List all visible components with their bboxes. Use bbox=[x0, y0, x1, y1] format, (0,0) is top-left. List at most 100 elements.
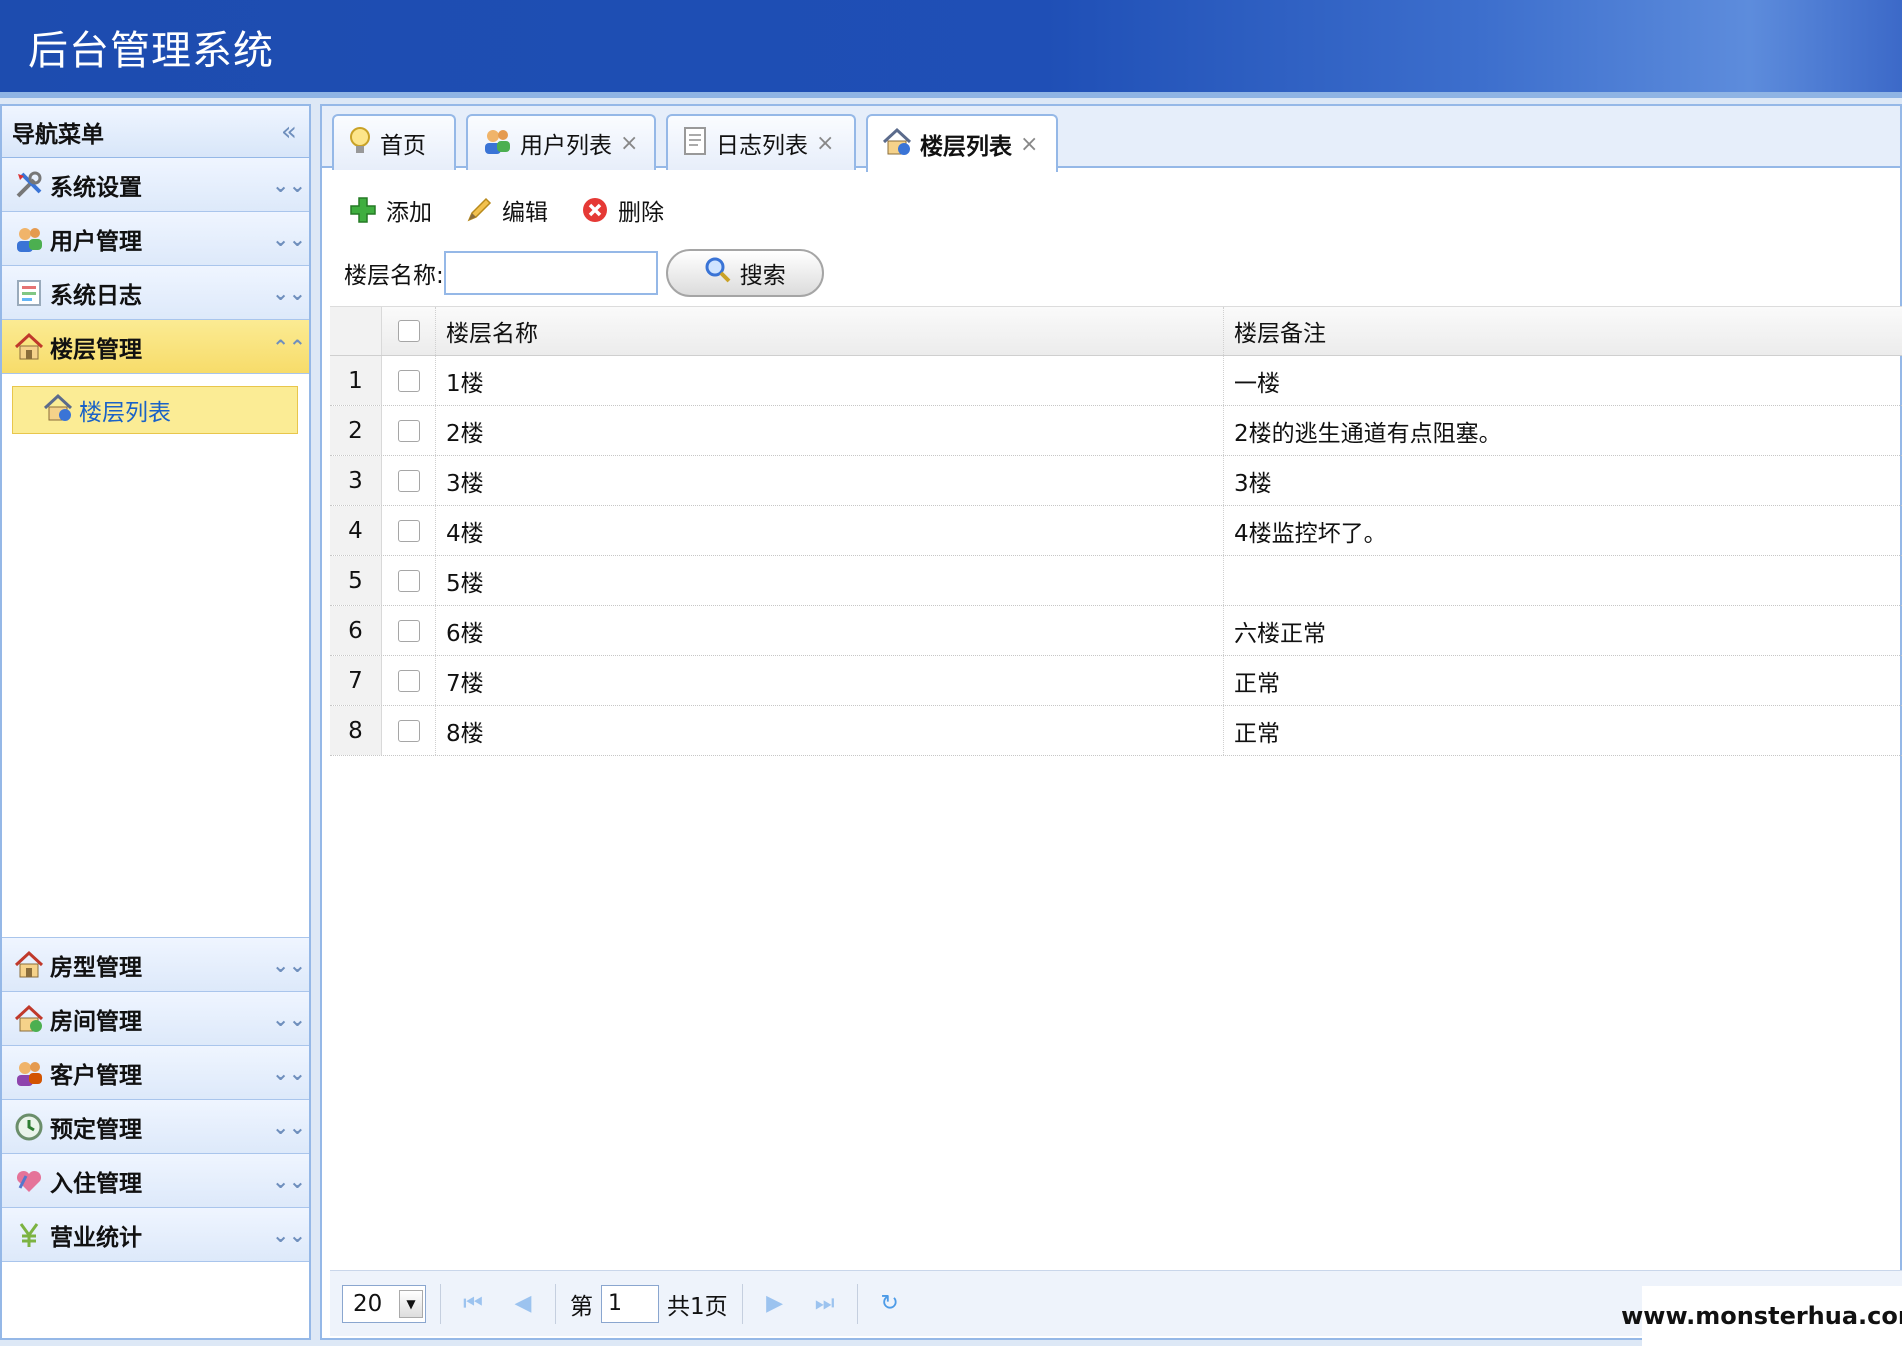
row-number: 2 bbox=[330, 406, 382, 455]
sidebar-item-label: 楼层列表 bbox=[79, 400, 171, 426]
document-icon bbox=[682, 126, 708, 160]
sidebar-section-checkin-management[interactable]: 入住管理 ⌄⌄ bbox=[2, 1154, 309, 1208]
sidebar-section-system-settings[interactable]: 系统设置 ⌄⌄ bbox=[2, 158, 309, 212]
tab-log-list[interactable]: 日志列表 × bbox=[666, 114, 856, 170]
tab-home[interactable]: 首页 bbox=[332, 114, 456, 170]
sidebar-section-reservation-management[interactable]: 预定管理 ⌄⌄ bbox=[2, 1100, 309, 1154]
sidebar-section-label: 楼层管理 bbox=[50, 336, 142, 363]
heart-icon bbox=[12, 1164, 46, 1198]
chevron-down-icon: ⌄⌄ bbox=[272, 226, 306, 251]
column-header-floor-name[interactable]: 楼层名称 bbox=[436, 307, 1224, 355]
select-all-checkbox[interactable] bbox=[397, 320, 420, 342]
search-button-label: 搜索 bbox=[739, 263, 786, 289]
row-number: 1 bbox=[330, 356, 382, 405]
last-page-icon[interactable]: ⏭ bbox=[807, 1291, 843, 1316]
chevron-down-icon: ⌄⌄ bbox=[272, 1114, 306, 1139]
nav-header: 导航菜单 « bbox=[2, 106, 309, 158]
floor-table: 楼层名称 楼层备注 1 1楼 一楼 2 2楼 2楼的逃生通道有点阻塞。 3 3楼… bbox=[330, 306, 1902, 756]
refresh-icon[interactable]: ↻ bbox=[872, 1291, 908, 1316]
chevron-down-icon: ⌄⌄ bbox=[272, 1006, 306, 1031]
close-icon[interactable]: × bbox=[1020, 132, 1038, 157]
row-number: 8 bbox=[330, 706, 382, 755]
chevron-down-icon: ⌄⌄ bbox=[272, 280, 306, 305]
floor-note-cell bbox=[1224, 556, 1902, 605]
prev-page-icon[interactable]: ◀ bbox=[505, 1291, 541, 1316]
row-checkbox[interactable] bbox=[397, 669, 420, 692]
floor-name-cell: 3楼 bbox=[436, 456, 1224, 505]
floor-note-cell: 一楼 bbox=[1234, 370, 1280, 397]
table-row[interactable]: 3 3楼 3楼 bbox=[330, 456, 1902, 506]
edit-button[interactable]: 编辑 bbox=[462, 193, 548, 227]
page-size-select[interactable]: 20 ▼ bbox=[342, 1284, 426, 1323]
sidebar-section-floor-management[interactable]: 楼层管理 ⌃⌃ bbox=[2, 320, 309, 374]
tab-label: 首页 bbox=[380, 133, 426, 159]
table-row[interactable]: 4 4楼 4楼监控坏了。 bbox=[330, 506, 1902, 556]
close-icon[interactable]: × bbox=[620, 131, 638, 156]
sidebar-section-user-management[interactable]: 用户管理 ⌄⌄ bbox=[2, 212, 309, 266]
add-button-label: 添加 bbox=[386, 200, 432, 226]
sidebar-section-customer-management[interactable]: 客户管理 ⌄⌄ bbox=[2, 1046, 309, 1100]
table-row[interactable]: 7 7楼 正常 bbox=[330, 656, 1902, 706]
table-row[interactable]: 1 1楼 一楼 bbox=[330, 356, 1902, 406]
chevron-down-icon: ⌄⌄ bbox=[272, 952, 306, 977]
floor-name-cell: 5楼 bbox=[436, 556, 1224, 605]
table-row[interactable]: 6 6楼 六楼正常 bbox=[330, 606, 1902, 656]
floor-note-cell: 正常 bbox=[1234, 670, 1280, 697]
row-checkbox[interactable] bbox=[397, 369, 420, 392]
header-divider bbox=[0, 92, 1902, 98]
delete-icon bbox=[578, 193, 612, 227]
house-icon bbox=[882, 127, 912, 161]
sidebar-section-label: 房间管理 bbox=[50, 1008, 142, 1035]
add-button[interactable]: 添加 bbox=[346, 193, 432, 227]
floor-name-search-input[interactable] bbox=[443, 251, 658, 295]
floor-name-cell: 8楼 bbox=[436, 706, 1224, 755]
chevron-down-icon: ⌄⌄ bbox=[272, 1060, 306, 1085]
close-icon[interactable]: × bbox=[816, 131, 834, 156]
row-checkbox[interactable] bbox=[397, 469, 420, 492]
row-checkbox[interactable] bbox=[397, 519, 420, 542]
floor-name-cell: 4楼 bbox=[436, 506, 1224, 555]
floor-name-cell: 1楼 bbox=[436, 356, 1224, 405]
pager-divider bbox=[440, 1283, 441, 1324]
house-icon bbox=[12, 330, 46, 364]
sidebar-section-system-log[interactable]: 系统日志 ⌄⌄ bbox=[2, 266, 309, 320]
table-row[interactable]: 5 5楼 bbox=[330, 556, 1902, 606]
tab-bar: 首页 用户列表 × 日志列表 × 楼层列表 × bbox=[322, 106, 1900, 172]
floor-note-cell: 4楼监控坏了。 bbox=[1234, 520, 1387, 547]
page-total: 共1页 bbox=[667, 1293, 728, 1320]
first-page-icon[interactable]: ⏮ bbox=[455, 1291, 491, 1316]
tab-floor-list[interactable]: 楼层列表 × bbox=[866, 114, 1058, 172]
row-checkbox[interactable] bbox=[397, 419, 420, 442]
search-button[interactable]: 搜索 bbox=[665, 249, 824, 297]
floor-name-cell: 7楼 bbox=[436, 656, 1224, 705]
page-size-value: 20 bbox=[353, 1290, 383, 1317]
row-number: 6 bbox=[330, 606, 382, 655]
table-row[interactable]: 2 2楼 2楼的逃生通道有点阻塞。 bbox=[330, 406, 1902, 456]
users-icon bbox=[482, 126, 512, 160]
tab-label: 楼层列表 bbox=[920, 134, 1012, 160]
search-label: 楼层名称: bbox=[344, 263, 444, 289]
floor-note-cell: 3楼 bbox=[1234, 470, 1272, 497]
row-checkbox[interactable] bbox=[397, 619, 420, 642]
sidebar-section-label: 用户管理 bbox=[50, 228, 142, 255]
tab-user-list[interactable]: 用户列表 × bbox=[466, 114, 656, 170]
column-header-floor-note[interactable]: 楼层备注 bbox=[1224, 307, 1902, 355]
sidebar-section-label: 系统设置 bbox=[50, 174, 142, 201]
toolbar: 添加 编辑 删除 bbox=[346, 186, 694, 234]
sidebar-section-business-statistics[interactable]: 营业统计 ⌄⌄ bbox=[2, 1208, 309, 1262]
sidebar-section-room-type-management[interactable]: 房型管理 ⌄⌄ bbox=[2, 938, 309, 992]
page-number-input[interactable]: 1 bbox=[601, 1284, 659, 1323]
sidebar-section-label: 预定管理 bbox=[50, 1116, 142, 1143]
log-icon bbox=[12, 276, 46, 310]
plus-icon bbox=[346, 193, 380, 227]
table-row[interactable]: 8 8楼 正常 bbox=[330, 706, 1902, 756]
sidebar-item-floor-list[interactable]: 楼层列表 bbox=[12, 386, 298, 434]
row-checkbox[interactable] bbox=[397, 569, 420, 592]
row-checkbox[interactable] bbox=[397, 719, 420, 742]
sidebar-section-room-management[interactable]: 房间管理 ⌄⌄ bbox=[2, 992, 309, 1046]
sidebar: 导航菜单 « 系统设置 ⌄⌄ 用户管理 ⌄⌄ 系统日志 ⌄⌄ 楼层管理 ⌃⌃ 楼… bbox=[0, 104, 311, 1340]
next-page-icon[interactable]: ▶ bbox=[757, 1291, 793, 1316]
delete-button[interactable]: 删除 bbox=[578, 193, 664, 227]
lightbulb-icon bbox=[348, 126, 372, 160]
collapse-sidebar-icon[interactable]: « bbox=[269, 117, 309, 147]
